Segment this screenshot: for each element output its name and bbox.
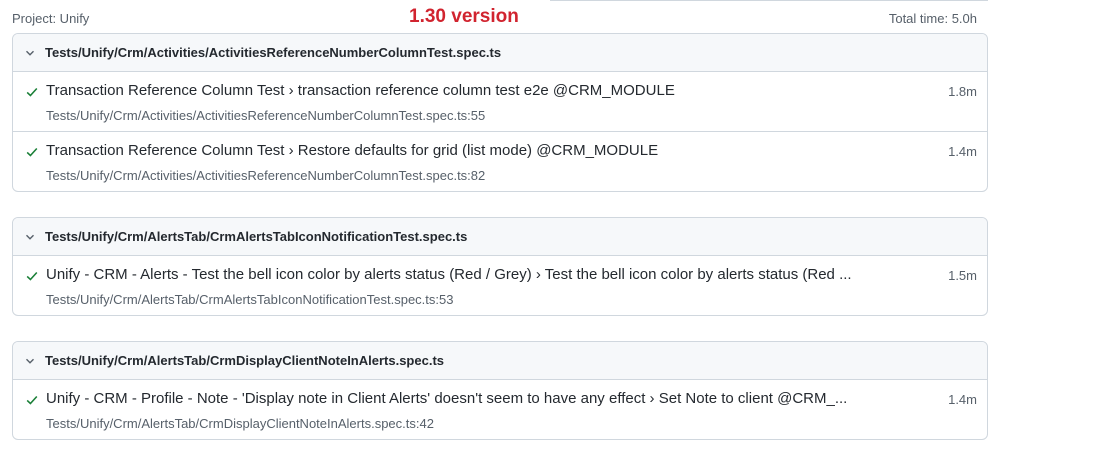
chevron-down-icon[interactable] xyxy=(23,230,37,244)
file-title: Tests/Unify/Crm/AlertsTab/CrmDisplayClie… xyxy=(45,353,445,368)
file-group: Tests/Unify/Crm/Activities/ActivitiesRef… xyxy=(12,33,988,192)
report-header: Project: Unify 1.30 version Total time: … xyxy=(12,0,988,34)
test-row[interactable]: Transaction Reference Column Test › Rest… xyxy=(13,132,987,191)
version-label: 1.30 version xyxy=(409,6,519,27)
test-title[interactable]: Unify - CRM - Profile - Note - 'Display … xyxy=(46,390,916,407)
test-duration: 1.8m xyxy=(948,84,977,99)
file-header[interactable]: Tests/Unify/Crm/AlertsTab/CrmAlertsTabIc… xyxy=(13,218,987,256)
test-duration: 1.5m xyxy=(948,268,977,283)
file-title: Tests/Unify/Crm/AlertsTab/CrmAlertsTabIc… xyxy=(45,229,468,244)
file-group: Tests/Unify/Crm/AlertsTab/CrmDisplayClie… xyxy=(12,341,988,440)
test-duration: 1.4m xyxy=(948,144,977,159)
check-icon xyxy=(26,147,38,157)
project-name: Project: Unify xyxy=(12,11,90,26)
test-location: Tests/Unify/Crm/AlertsTab/CrmAlertsTabIc… xyxy=(46,292,454,307)
test-row[interactable]: Transaction Reference Column Test › tran… xyxy=(13,72,987,132)
test-duration: 1.4m xyxy=(948,392,977,407)
check-icon xyxy=(26,395,38,405)
test-location: Tests/Unify/Crm/Activities/ActivitiesRef… xyxy=(46,168,486,183)
file-group: Tests/Unify/Crm/AlertsTab/CrmAlertsTabIc… xyxy=(12,217,988,316)
test-title[interactable]: Transaction Reference Column Test › tran… xyxy=(46,82,916,99)
file-header[interactable]: Tests/Unify/Crm/Activities/ActivitiesRef… xyxy=(13,34,987,72)
test-title[interactable]: Unify - CRM - Alerts - Test the bell ico… xyxy=(46,266,916,283)
check-icon xyxy=(26,87,38,97)
test-row[interactable]: Unify - CRM - Alerts - Test the bell ico… xyxy=(13,256,987,315)
header-divider xyxy=(550,0,988,1)
test-location: Tests/Unify/Crm/AlertsTab/CrmDisplayClie… xyxy=(46,416,434,431)
test-title[interactable]: Transaction Reference Column Test › Rest… xyxy=(46,142,916,159)
file-header[interactable]: Tests/Unify/Crm/AlertsTab/CrmDisplayClie… xyxy=(13,342,987,380)
chevron-down-icon[interactable] xyxy=(23,354,37,368)
check-icon xyxy=(26,271,38,281)
chevron-down-icon[interactable] xyxy=(23,46,37,60)
total-time: Total time: 5.0h xyxy=(888,11,977,26)
test-location: Tests/Unify/Crm/Activities/ActivitiesRef… xyxy=(46,108,486,123)
file-title: Tests/Unify/Crm/Activities/ActivitiesRef… xyxy=(45,45,502,60)
test-row[interactable]: Unify - CRM - Profile - Note - 'Display … xyxy=(13,380,987,439)
